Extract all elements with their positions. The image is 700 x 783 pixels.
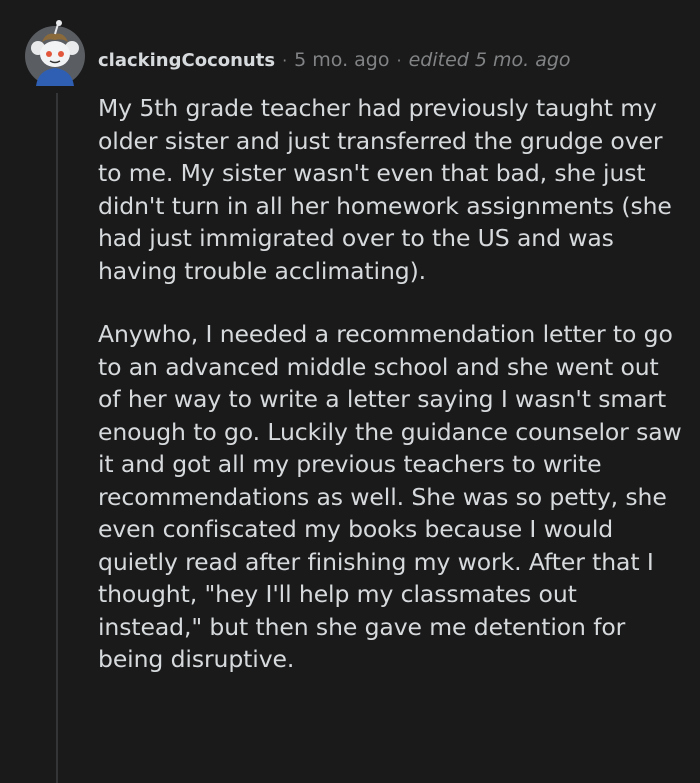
comment-author[interactable]: clackingCoconuts (98, 50, 275, 71)
avatar[interactable] (24, 18, 86, 90)
separator-dot: · (282, 50, 288, 70)
comment-header: clackingCoconuts · 5 mo. ago · edited 5 … (98, 44, 571, 76)
thread-line[interactable] (56, 93, 58, 783)
comment-paragraph: Anywho, I needed a recommendation letter… (98, 320, 682, 673)
comment-paragraph: My 5th grade teacher had previously taug… (98, 94, 672, 285)
comment-timestamp[interactable]: 5 mo. ago (294, 49, 389, 71)
snoo-avatar-icon (25, 20, 85, 86)
edited-label: edited 5 mo. ago (408, 49, 571, 71)
separator-dot: · (396, 50, 402, 70)
comment-body: My 5th grade teacher had previously taug… (98, 92, 688, 707)
